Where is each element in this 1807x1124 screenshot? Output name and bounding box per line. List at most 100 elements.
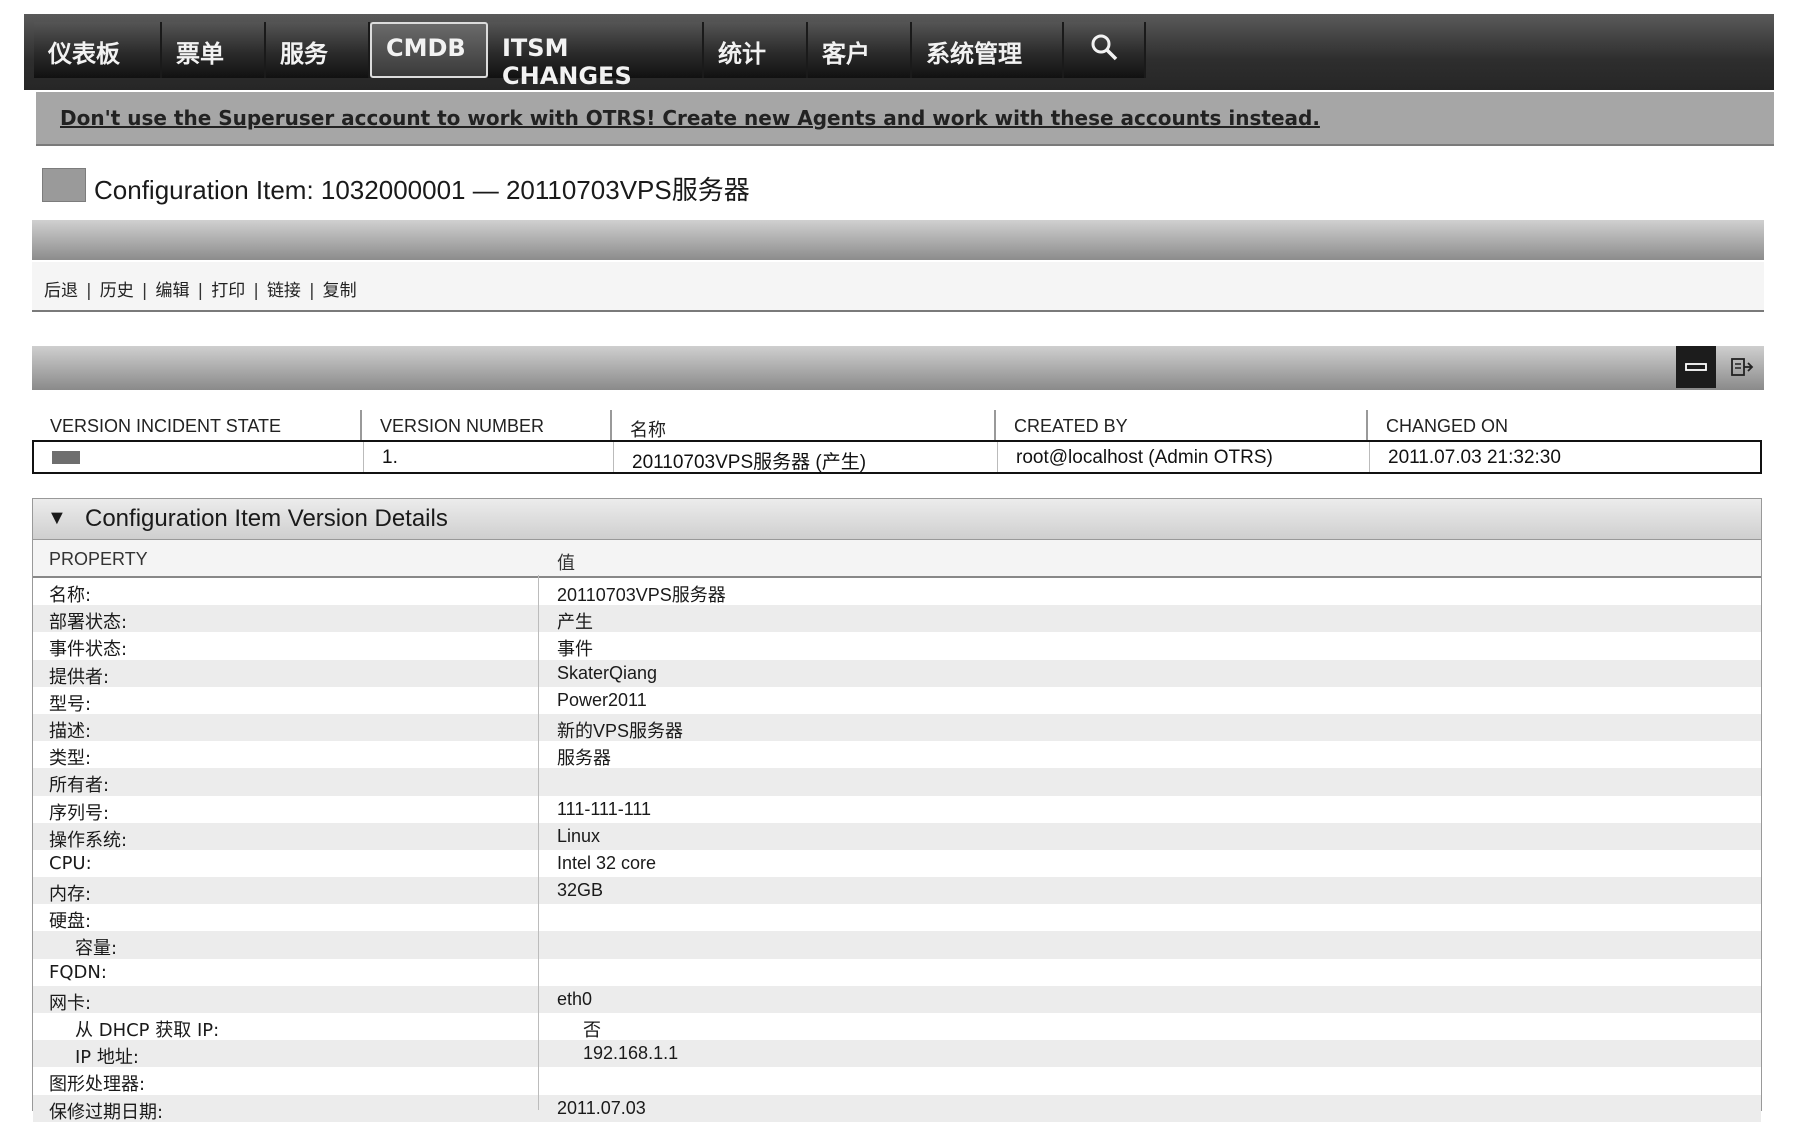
cell-version-number: 1. [364,442,614,472]
property-row: FQDN: [33,958,1761,986]
property-row: 序列号: 111-111-111 [33,795,1761,824]
property-label: 网卡: [49,992,92,1014]
col-value: 值 [557,553,575,573]
property-row: 操作系统: Linux [33,822,1761,851]
cell-created-by: root@localhost (Admin OTRS) [998,442,1370,472]
version-details-header[interactable]: ▼ Configuration Item Version Details [33,499,1761,540]
property-label: 描述: [49,720,92,742]
action-edit[interactable]: 编辑 [155,281,189,301]
page-title: Configuration Item: 1032000001 — 2011070… [94,175,750,205]
property-label: 型号: [49,693,92,715]
separator: | [253,281,259,301]
action-links: 后退 | 历史 | 编辑 | 打印 | 链接 | 复制 [44,276,357,301]
incident-state-swatch [52,451,80,464]
superuser-warning-link[interactable]: Don't use the Superuser account to work … [60,106,1320,130]
cell-changed-on: 2011.07.03 21:32:30 [1388,447,1561,468]
property-label: 提供者: [49,666,110,688]
nav-customers[interactable]: 客户 [808,22,912,78]
property-label: 事件状态: [49,639,128,661]
property-label: FQDN: [49,961,107,983]
action-bar: 后退 | 历史 | 编辑 | 打印 | 链接 | 复制 [32,262,1764,312]
details-table-header: PROPERTY 值 [33,540,1761,578]
main-menu: 仪表板 票单 服务 CMDB ITSM CHANGES 统计 客户 系统管理 [34,22,1146,90]
action-bar-header [32,220,1764,260]
property-row: 型号: Power2011 [33,686,1761,715]
property-value: 2011.07.03 [557,1097,646,1118]
search-icon [1091,34,1118,61]
property-label: CPU: [49,852,92,874]
nav-tickets[interactable]: 票单 [162,22,266,78]
nav-search[interactable] [1064,22,1146,78]
col-version-incident-state[interactable]: VERSION INCIDENT STATE [32,410,362,440]
property-value: 111-111-111 [557,798,652,819]
collapse-triangle-icon[interactable]: ▼ [47,507,67,530]
property-value: 新的VPS服务器 [557,720,684,741]
version-table-header-bar [32,346,1764,390]
minus-icon [1685,363,1707,371]
property-value: SkaterQiang [557,662,658,683]
property-value: 事件 [557,639,593,660]
col-property: PROPERTY [49,549,148,569]
property-value: 服务器 [557,748,611,769]
action-print[interactable]: 打印 [211,281,245,301]
property-value: 192.168.1.1 [583,1043,679,1064]
superuser-warning: Don't use the Superuser account to work … [36,92,1774,146]
col-created-by[interactable]: CREATED BY [996,410,1368,440]
property-row: 网卡: eth0 [33,985,1761,1014]
version-row[interactable]: 1. 20110703VPS服务器 (产生) root@localhost (A… [32,440,1762,474]
property-row: 部署状态: 产生 [33,605,1761,634]
property-value: 20110703VPS服务器 [557,585,726,605]
col-changed-on[interactable]: CHANGED ON [1368,410,1764,440]
nav-dashboard[interactable]: 仪表板 [34,22,162,78]
action-duplicate[interactable]: 复制 [323,281,357,301]
action-link[interactable]: 链接 [267,281,301,301]
separator: | [141,281,148,301]
col-version-number[interactable]: VERSION NUMBER [362,410,612,440]
property-value: Intel 32 core [557,852,657,873]
cell-incident-state [34,442,364,472]
property-row: 保修过期日期: 2011.07.03 [33,1094,1761,1123]
property-row: 事件状态: 事件 [33,632,1761,661]
property-label: 图形处理器: [49,1074,146,1096]
detach-button[interactable] [1722,346,1762,388]
property-row: 内存: 32GB [33,877,1761,905]
version-table-columns: VERSION INCIDENT STATE VERSION NUMBER 名称… [32,410,1764,440]
property-row: IP 地址: 192.168.1.1 [33,1040,1761,1068]
version-details-panel: ▼ Configuration Item Version Details PRO… [32,498,1762,1123]
property-row: 硬盘: [33,904,1761,932]
property-row: CPU: Intel 32 core [33,849,1761,878]
property-label: 容量: [75,938,118,960]
property-row: 描述: 新的VPS服务器 [33,713,1761,742]
separator: | [308,281,315,301]
separator: | [197,281,204,301]
nav-services[interactable]: 服务 [266,22,370,78]
action-back[interactable]: 后退 [44,281,78,301]
nav-admin[interactable]: 系统管理 [912,22,1064,78]
col-name[interactable]: 名称 [612,410,996,440]
property-label: 部署状态: [49,612,128,634]
nav-itsm-changes[interactable]: ITSM CHANGES [488,22,704,90]
property-label: 从 DHCP 获取 IP: [75,1020,220,1041]
property-value: 否 [583,1020,601,1040]
version-details-title: Configuration Item Version Details [85,505,448,532]
property-row: 类型: 服务器 [33,741,1761,770]
property-label: 所有者: [49,775,110,797]
property-row: 容量: [33,931,1761,960]
property-label: 序列号: [49,802,110,824]
top-navigation-bar: 仪表板 票单 服务 CMDB ITSM CHANGES 统计 客户 系统管理 [24,14,1774,90]
collapse-button[interactable] [1676,346,1716,388]
property-row: 提供者: SkaterQiang [33,659,1761,688]
separator: | [86,281,92,301]
property-row: 名称: 20110703VPS服务器 [33,578,1761,606]
property-label: 类型: [49,748,92,770]
nav-cmdb[interactable]: CMDB [370,22,488,78]
property-value: 32GB [557,880,604,901]
action-history[interactable]: 历史 [100,281,134,301]
property-value: 产生 [557,612,593,633]
cell-name: 20110703VPS服务器 (产生) [614,442,998,473]
nav-statistics[interactable]: 统计 [704,22,808,78]
property-value: Linux [557,825,601,846]
popout-icon [1731,358,1754,376]
incident-state-icon [42,168,86,202]
details-rows: 名称: 20110703VPS服务器部署状态: 产生事件状态: 事件提供者: Skate… [33,578,1761,1123]
